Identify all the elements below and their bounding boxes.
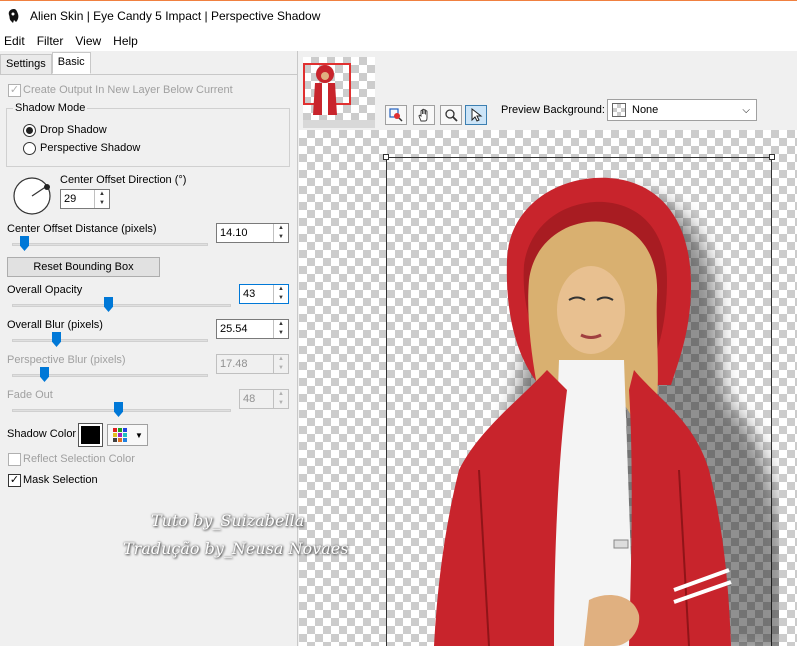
create-output-checkbox[interactable]: ✓ <box>8 84 21 97</box>
navigator-thumbnail[interactable] <box>303 57 375 125</box>
magnify-preview-icon <box>389 108 403 122</box>
perspective-blur-slider-thumb[interactable] <box>40 367 49 382</box>
blur-slider-thumb[interactable] <box>52 332 61 347</box>
preview-canvas[interactable] <box>299 130 797 646</box>
color-palette-dropdown[interactable]: ▼ <box>107 424 148 446</box>
distance-slider-thumb[interactable] <box>20 236 29 251</box>
shadow-color-label: Shadow Color <box>7 428 77 440</box>
pointer-button[interactable] <box>465 105 487 125</box>
spin-up-icon[interactable]: ▲ <box>274 390 288 399</box>
spin-down-icon[interactable]: ▼ <box>274 294 288 303</box>
spin-down-icon[interactable]: ▼ <box>274 364 288 373</box>
opacity-spinner[interactable]: 43 ▲ ▼ <box>239 284 289 304</box>
color-grid-icon <box>113 428 127 442</box>
opacity-slider-thumb[interactable] <box>104 297 113 312</box>
pointer-icon <box>471 108 483 122</box>
reset-bounding-box-button[interactable]: Reset Bounding Box <box>7 257 160 277</box>
perspective-shadow-label: Perspective Shadow <box>40 142 141 154</box>
shadow-mode-group <box>6 108 290 167</box>
perspective-blur-label: Perspective Blur (pixels) <box>7 354 126 366</box>
spin-down-icon[interactable]: ▼ <box>274 233 288 242</box>
blur-label: Overall Blur (pixels) <box>7 319 103 331</box>
spin-down-icon[interactable]: ▼ <box>274 329 288 338</box>
opacity-value[interactable]: 43 <box>240 285 273 303</box>
blur-value[interactable]: 25.54 <box>217 320 273 338</box>
perspective-blur-spinner[interactable]: 17.48 ▲ ▼ <box>216 354 289 374</box>
blur-spinner[interactable]: 25.54 ▲ ▼ <box>216 319 289 339</box>
dropdown-arrow-icon: ▼ <box>135 430 143 440</box>
preview-background-label: Preview Background: <box>501 104 605 116</box>
reflect-selection-color-label: Reflect Selection Color <box>23 453 135 465</box>
watermark-line-2: Tradução by_Neusa Novaes <box>123 539 349 558</box>
fade-out-label: Fade Out <box>7 389 53 401</box>
watermark-line-1: Tuto by_Suizabella <box>151 511 305 530</box>
none-background-icon <box>612 103 626 117</box>
alien-skin-logo-icon <box>8 9 19 23</box>
reflect-selection-color-checkbox[interactable] <box>8 453 21 466</box>
preview-background-value: None <box>632 104 659 116</box>
magnify-preview-button[interactable] <box>385 105 407 125</box>
direction-label: Center Offset Direction (°) <box>60 174 187 186</box>
navigator-figure <box>313 65 337 115</box>
menu-view[interactable]: View <box>71 34 106 48</box>
shadow-mode-legend: Shadow Mode <box>13 102 88 114</box>
spin-up-icon[interactable]: ▲ <box>274 320 288 329</box>
direction-dial[interactable] <box>12 176 52 216</box>
bounding-box-handle[interactable] <box>769 154 775 160</box>
hand-pan-icon <box>418 108 428 122</box>
distance-value[interactable]: 14.10 <box>217 224 273 242</box>
zoom-icon <box>445 109 458 122</box>
fade-out-slider-thumb[interactable] <box>114 402 123 417</box>
bounding-box-handle[interactable] <box>383 154 389 160</box>
spin-up-icon[interactable]: ▲ <box>274 224 288 233</box>
opacity-label: Overall Opacity <box>7 284 83 296</box>
menu-help[interactable]: Help <box>109 34 143 48</box>
blur-slider-track[interactable] <box>12 339 208 342</box>
mask-selection-checkbox[interactable]: ✓ <box>8 474 21 487</box>
distance-label: Center Offset Distance (pixels) <box>7 223 157 235</box>
zoom-button[interactable] <box>440 105 462 125</box>
drop-shadow-label: Drop Shadow <box>40 124 107 136</box>
shadow-color-fill <box>81 426 100 444</box>
title-bar: Alien Skin | Eye Candy 5 Impact | Perspe… <box>0 0 797 31</box>
preview-area: Preview Background: None ⌵ Tuto by_Suiza… <box>123 51 797 646</box>
distance-spinner[interactable]: 14.10 ▲ ▼ <box>216 223 289 243</box>
spin-up-icon[interactable]: ▲ <box>274 355 288 364</box>
menu-edit[interactable]: Edit <box>0 34 30 48</box>
preview-background-select[interactable]: None ⌵ <box>607 99 757 121</box>
spin-down-icon[interactable]: ▼ <box>95 199 109 208</box>
subject-image <box>434 177 779 646</box>
hand-pan-button[interactable] <box>413 105 435 125</box>
direction-value[interactable]: 29 <box>61 190 94 208</box>
shadow-color-swatch[interactable] <box>78 423 103 447</box>
perspective-shadow-radio[interactable] <box>23 142 36 155</box>
opacity-slider-track[interactable] <box>12 304 231 307</box>
spin-up-icon[interactable]: ▲ <box>95 190 109 199</box>
perspective-blur-value[interactable]: 17.48 <box>217 355 273 373</box>
basic-tab-body: ✓ Create Output In New Layer Below Curre… <box>0 74 297 646</box>
distance-slider-track[interactable] <box>12 243 208 246</box>
spin-down-icon[interactable]: ▼ <box>274 399 288 408</box>
chevron-down-icon: ⌵ <box>742 104 750 116</box>
drop-shadow-radio[interactable] <box>23 124 36 137</box>
create-output-label: Create Output In New Layer Below Current <box>23 84 233 96</box>
menu-bar: Edit Filter View Help <box>0 31 797 51</box>
fade-out-spinner[interactable]: 48 ▲ ▼ <box>239 389 289 409</box>
direction-spinner[interactable]: 29 ▲ ▼ <box>60 189 110 209</box>
fade-out-value[interactable]: 48 <box>240 390 273 408</box>
spin-up-icon[interactable]: ▲ <box>274 285 288 294</box>
window-title: Alien Skin | Eye Candy 5 Impact | Perspe… <box>30 9 321 23</box>
tab-strip: Settings Basic <box>0 52 91 75</box>
tab-basic[interactable]: Basic <box>51 52 91 74</box>
tab-settings[interactable]: Settings <box>0 54 52 74</box>
mask-selection-label: Mask Selection <box>23 474 98 486</box>
menu-filter[interactable]: Filter <box>33 34 69 48</box>
navigator-scrollbar[interactable] <box>303 120 375 128</box>
